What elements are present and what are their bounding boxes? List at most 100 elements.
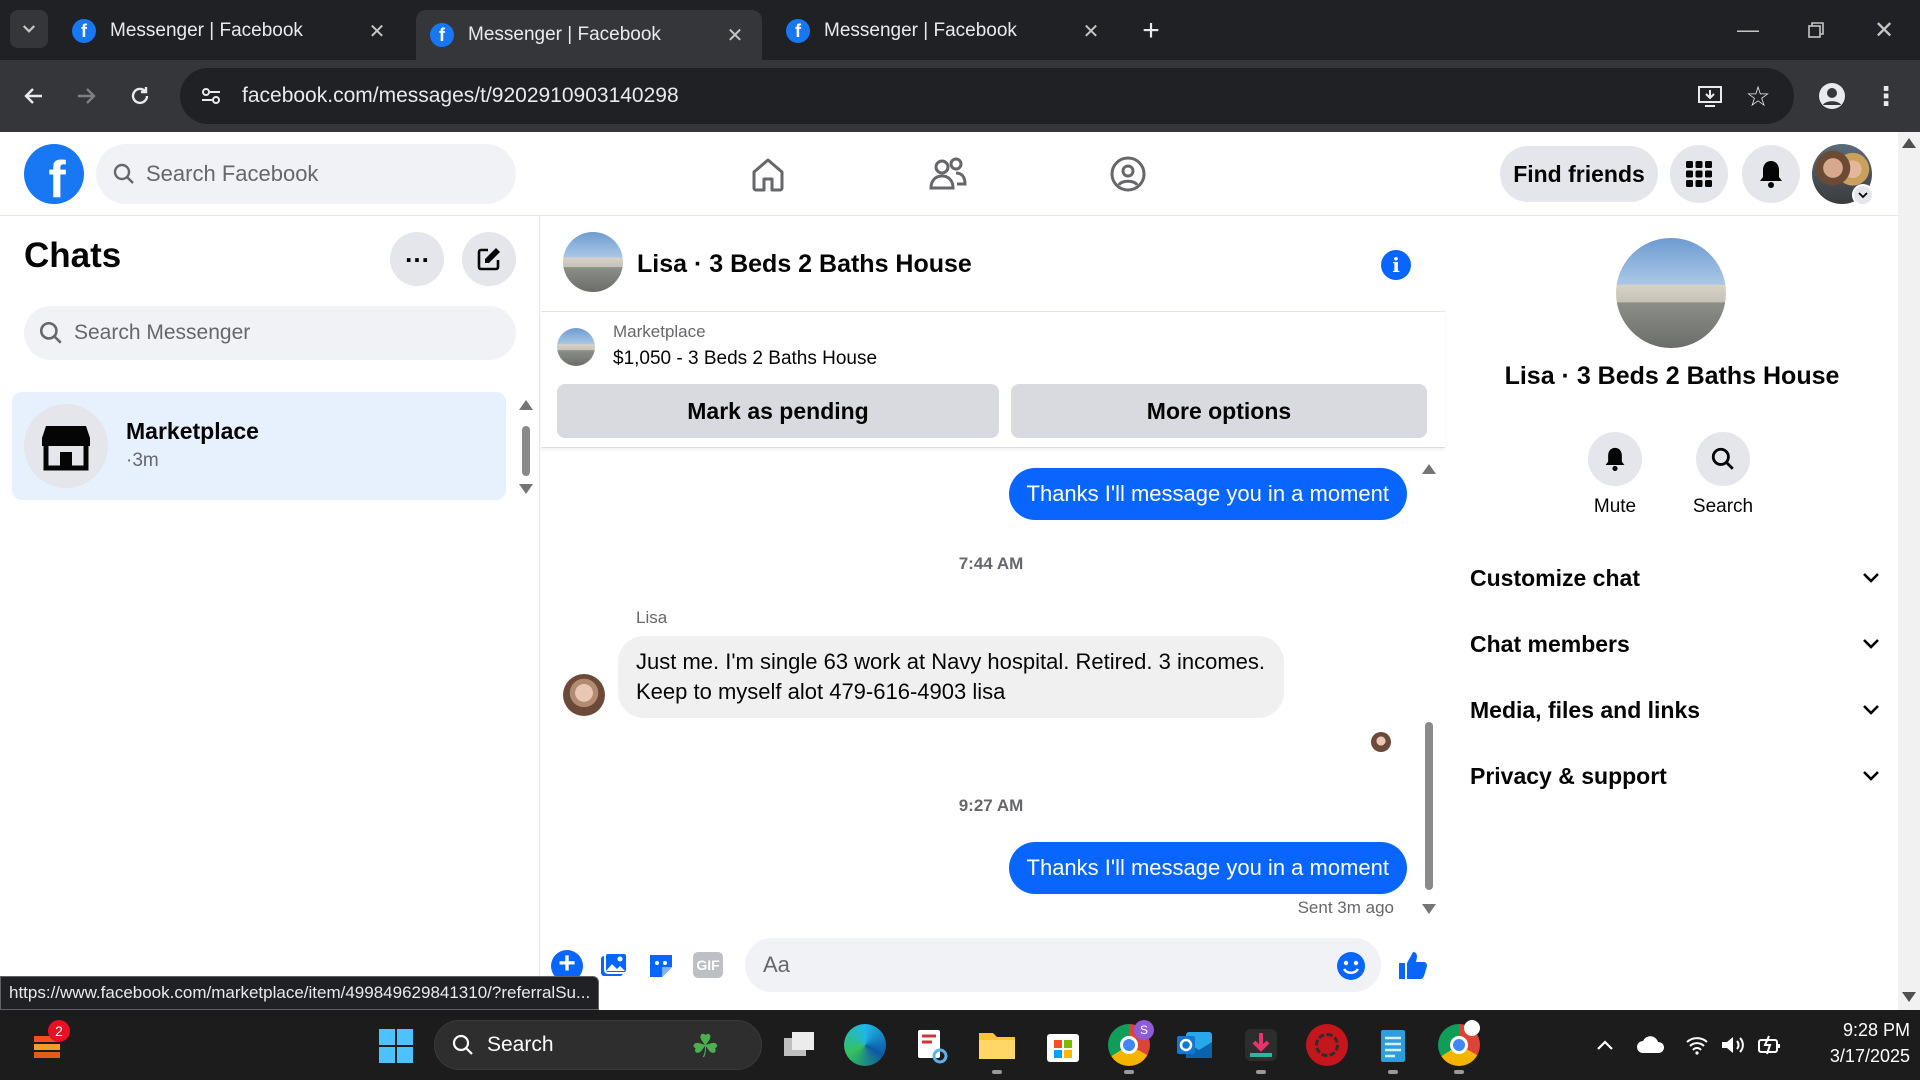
details-avatar[interactable] (1616, 238, 1726, 348)
close-tab-icon[interactable]: ✕ (364, 18, 390, 44)
details-name: Lisa · 3 Beds 2 Baths House (1504, 362, 1840, 390)
compose-icon (477, 248, 500, 271)
taskbar-search-label: Search (487, 1033, 554, 1056)
install-app-icon[interactable] (1692, 78, 1728, 114)
chevron-down-icon (1863, 771, 1879, 781)
conversation-title[interactable]: Lisa · 3 Beds 2 Baths House (637, 250, 972, 279)
gif-button[interactable]: GIF (693, 952, 723, 978)
wifi-icon[interactable] (1682, 1030, 1712, 1060)
chat-members-section[interactable]: Chat members (1470, 616, 1880, 672)
tab-search-button[interactable] (10, 10, 48, 48)
groups-nav-button[interactable] (1078, 146, 1178, 202)
battery-charging-icon[interactable] (1754, 1030, 1784, 1060)
account-chevron-icon[interactable] (1852, 184, 1874, 206)
chat-list-scrollbar[interactable] (518, 396, 534, 714)
listing-title[interactable]: $1,050 - 3 Beds 2 Baths House (613, 348, 877, 370)
scrollbar-thumb[interactable] (1425, 722, 1433, 890)
browser-menu-icon[interactable]: ⋮ (1866, 76, 1906, 116)
chat-options-button[interactable]: … (390, 232, 444, 286)
facebook-favicon-icon: f (786, 19, 810, 43)
conversation-avatar[interactable] (563, 232, 623, 292)
back-arrow-icon[interactable] (14, 76, 54, 116)
incoming-message[interactable]: Just me. I'm single 63 work at Navy hosp… (618, 636, 1284, 718)
minimize-window-icon[interactable]: — (1726, 10, 1770, 50)
forward-arrow-icon[interactable] (66, 76, 106, 116)
chats-title: Chats (24, 236, 122, 275)
friends-nav-button[interactable] (898, 146, 998, 202)
media-files-links-section[interactable]: Media, files and links (1470, 682, 1880, 738)
messenger-search-input[interactable]: Search Messenger (24, 306, 516, 360)
restore-window-icon[interactable] (1794, 10, 1838, 50)
find-friends-button[interactable]: Find friends (1500, 146, 1658, 202)
close-tab-icon[interactable]: ✕ (1078, 18, 1104, 44)
microsoft-store-icon[interactable] (1042, 1024, 1084, 1066)
address-bar[interactable]: facebook.com/messages/t/9202910903140298… (180, 68, 1794, 124)
mute-button[interactable] (1588, 432, 1642, 486)
show-hidden-icons-chevron[interactable] (1590, 1030, 1620, 1060)
conversation-info-icon[interactable]: i (1381, 250, 1411, 280)
message-input[interactable]: Aa (745, 938, 1381, 992)
outgoing-message[interactable]: Thanks I'll message you in a moment (1008, 842, 1407, 894)
page-scrollbar[interactable] (1898, 132, 1920, 1010)
read-receipt-avatar (1371, 732, 1391, 752)
privacy-support-section[interactable]: Privacy & support (1470, 748, 1880, 804)
new-tab-button[interactable]: + (1132, 12, 1170, 50)
messages-scrollbar[interactable] (1421, 458, 1437, 1080)
thumbs-up-icon[interactable] (1393, 946, 1431, 984)
browser-tab-1[interactable]: f Messenger | Facebook ✕ (58, 10, 404, 52)
facebook-favicon-icon: f (72, 19, 96, 43)
search-label: Search (1692, 496, 1754, 517)
groups-icon (1110, 156, 1146, 192)
edge-browser-icon[interactable] (844, 1024, 886, 1066)
outgoing-message[interactable]: Thanks I'll message you in a moment (1008, 468, 1407, 520)
mark-as-pending-button[interactable]: Mark as pending (557, 384, 999, 438)
taskbar-search[interactable]: Search ☘ (434, 1020, 762, 1070)
scrollbar-thumb[interactable] (522, 426, 530, 476)
search-icon (1711, 447, 1734, 470)
chat-list-item[interactable]: Marketplace ·3m (12, 392, 506, 500)
reload-icon[interactable] (120, 76, 160, 116)
profile-icon[interactable] (1812, 76, 1852, 116)
browser-tab-bar: f Messenger | Facebook ✕ f Messenger | F… (0, 0, 1920, 60)
outlook-icon[interactable] (1174, 1024, 1216, 1066)
listing-thumbnail[interactable] (557, 328, 595, 366)
browser-tab-2[interactable]: f Messenger | Facebook ✕ (416, 10, 762, 60)
new-message-button[interactable] (462, 232, 516, 286)
message-status: Sent 3m ago (1297, 898, 1394, 917)
menu-button[interactable] (1670, 145, 1728, 203)
notifications-button[interactable] (1742, 145, 1800, 203)
more-options-button[interactable]: More options (1011, 384, 1427, 438)
chevron-down-icon (22, 25, 36, 33)
photo-icon[interactable] (597, 950, 629, 982)
customize-chat-section[interactable]: Customize chat (1470, 550, 1880, 606)
facebook-logo[interactable]: f (24, 144, 84, 204)
snipping-tool-icon[interactable] (910, 1024, 952, 1066)
onedrive-cloud-icon[interactable] (1634, 1030, 1668, 1060)
close-tab-icon[interactable]: ✕ (722, 22, 748, 48)
browser-tab-3[interactable]: f Messenger | Facebook ✕ (772, 10, 1118, 52)
file-explorer-icon[interactable] (976, 1024, 1018, 1066)
chevron-down-icon (1863, 705, 1879, 715)
site-info-icon[interactable] (186, 71, 236, 121)
downloader-app-icon[interactable] (1240, 1024, 1282, 1066)
volume-icon[interactable] (1718, 1030, 1748, 1060)
sender-avatar[interactable] (563, 674, 605, 716)
clock-time[interactable]: 9:28 PM (1790, 1020, 1910, 1041)
notepad-icon[interactable] (1372, 1024, 1414, 1066)
facebook-search-input[interactable]: Search Facebook (96, 144, 516, 204)
clock-date[interactable]: 3/17/2025 (1790, 1046, 1910, 1067)
sticker-icon[interactable] (645, 950, 677, 982)
close-window-icon[interactable]: ✕ (1862, 10, 1906, 50)
search-placeholder: Search Messenger (74, 321, 251, 344)
marketplace-label: Marketplace (613, 322, 706, 341)
chevron-down-icon (1863, 639, 1879, 649)
search-in-conversation-button[interactable] (1696, 432, 1750, 486)
emoji-icon[interactable] (1335, 950, 1367, 982)
start-button[interactable] (378, 1028, 414, 1064)
task-view-icon[interactable] (778, 1024, 820, 1066)
url-text[interactable]: facebook.com/messages/t/9202910903140298 (242, 84, 679, 108)
home-nav-button[interactable] (718, 146, 818, 202)
recorder-app-icon[interactable] (1306, 1024, 1348, 1066)
bookmark-star-icon[interactable]: ☆ (1740, 78, 1776, 114)
tab-title: Messenger | Facebook (468, 24, 661, 45)
